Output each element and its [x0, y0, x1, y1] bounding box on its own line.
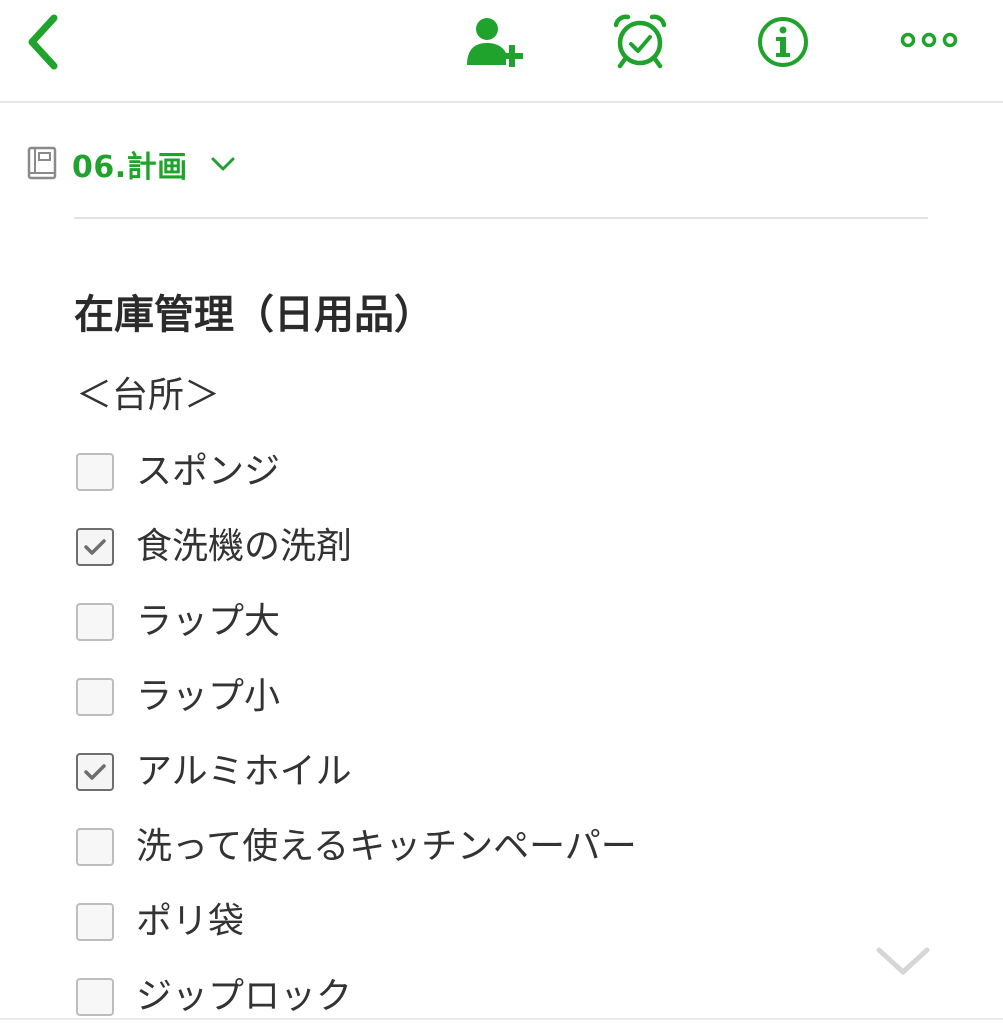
checklist-item: ポリ袋 [76, 884, 637, 959]
note-title[interactable]: 在庫管理（日用品） [74, 286, 434, 344]
notebook-selector[interactable]: 06.計画 [26, 140, 236, 188]
note-editor-screen: 06.計画 在庫管理（日用品） ＜台所＞ スポンジ 食洗機の洗剤 ラップ大 ラッ… [0, 0, 1003, 1024]
bottom-divider [0, 1018, 1003, 1020]
checkmark-icon [84, 763, 106, 780]
share-button[interactable] [462, 12, 532, 72]
checkbox[interactable] [76, 677, 114, 716]
checklist-item-label[interactable]: ラップ大 [136, 597, 280, 647]
chevron-left-icon [28, 14, 58, 70]
checklist-item-label[interactable]: スポンジ [136, 447, 280, 497]
chevron-down-icon [876, 947, 930, 975]
checklist-item-label[interactable]: ラップ小 [136, 672, 280, 722]
more-dots-icon [900, 32, 958, 48]
reminder-button[interactable] [608, 10, 672, 72]
checklist-item: ラップ大 [76, 584, 637, 659]
back-button[interactable] [14, 10, 70, 74]
checklist-item: アルミホイル [76, 734, 637, 809]
checklist-item: ラップ小 [76, 659, 637, 734]
checklist-item-label[interactable]: アルミホイル [136, 747, 352, 797]
checklist-item: ジップロック [76, 959, 637, 1024]
checklist-item-label[interactable]: 食洗機の洗剤 [136, 522, 352, 572]
divider [74, 217, 928, 219]
notebook-name: 06.計画 [72, 150, 188, 185]
checklist-item: 洗って使えるキッチンペーパー [76, 809, 637, 884]
section-label[interactable]: ＜台所＞ [76, 370, 220, 422]
notebook-icon [27, 146, 57, 180]
checkmark-icon [84, 538, 106, 555]
info-icon [758, 17, 808, 67]
checkbox[interactable] [76, 452, 114, 491]
checklist-item: スポンジ [76, 434, 637, 509]
checklist-item-label[interactable]: ジップロック [136, 972, 352, 1022]
alarm-clock-icon [613, 14, 667, 69]
top-toolbar [0, 0, 1003, 103]
checkbox[interactable] [76, 827, 114, 866]
chevron-down-icon [211, 157, 235, 171]
checkbox[interactable] [76, 602, 114, 641]
add-person-icon [467, 18, 523, 67]
checkbox[interactable] [76, 977, 114, 1016]
more-options-button[interactable] [892, 20, 966, 60]
checklist-item: 食洗機の洗剤 [76, 509, 637, 584]
checklist-item-label[interactable]: ポリ袋 [136, 897, 244, 947]
checkbox-checked[interactable] [76, 527, 114, 566]
info-button[interactable] [752, 12, 814, 72]
scroll-down-button[interactable] [872, 940, 934, 982]
checkbox-checked[interactable] [76, 752, 114, 791]
checkbox[interactable] [76, 902, 114, 941]
checklist: スポンジ 食洗機の洗剤 ラップ大 ラップ小 アルミホイル 洗って使えるキッチンペ… [76, 434, 637, 1024]
checklist-item-label[interactable]: 洗って使えるキッチンペーパー [136, 822, 637, 872]
